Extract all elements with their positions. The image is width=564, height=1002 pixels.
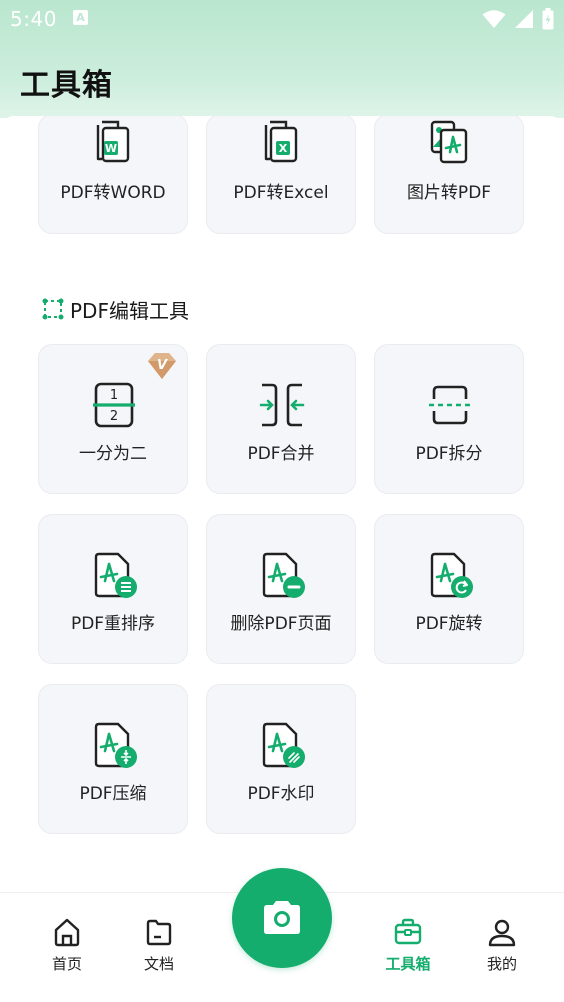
section-title-text: PDF编辑工具 — [70, 298, 189, 323]
page-title: 工具箱 — [20, 68, 113, 103]
tool-card-pdf-to-excel[interactable]: X PDF转Excel — [206, 116, 356, 234]
watermark-icon — [262, 722, 305, 768]
svg-text:W: W — [105, 142, 117, 155]
tool-label: PDF合并 — [247, 444, 315, 464]
profile-icon — [488, 919, 516, 947]
pdf-to-excel-icon: X — [264, 120, 298, 163]
split-icon — [429, 385, 471, 425]
svg-text:1: 1 — [110, 388, 118, 403]
rotate-icon — [430, 552, 473, 598]
tool-label: PDF拆分 — [415, 444, 483, 464]
tool-card-split[interactable]: PDF拆分 — [374, 344, 524, 494]
screen: 5:40 A 工具箱 W PDF转WORD X PDF转Excel 图片转PDF… — [0, 0, 564, 1002]
tool-label: 一分为二 — [79, 444, 147, 464]
compress-icon — [94, 722, 137, 768]
notification-icon: A — [73, 10, 88, 25]
nav-label: 文档 — [143, 955, 174, 973]
tool-card-split-in-two[interactable]: V 1 2 一分为二 — [38, 344, 188, 494]
tool-card-delete-page[interactable]: 删除PDF页面 — [206, 514, 356, 664]
tool-card-watermark[interactable]: PDF水印 — [206, 684, 356, 834]
section-marker-icon — [42, 298, 64, 320]
tool-card-merge[interactable]: PDF合并 — [206, 344, 356, 494]
signal-icon — [515, 10, 533, 28]
wifi-icon — [482, 10, 506, 28]
tool-label: PDF重排序 — [70, 614, 156, 634]
tool-label: 删除PDF页面 — [230, 614, 332, 634]
tool-card-rotate[interactable]: PDF旋转 — [374, 514, 524, 664]
svg-text:2: 2 — [110, 409, 118, 424]
nav-item-toolbox[interactable]: 工具箱 — [376, 917, 440, 977]
camera-icon — [264, 901, 300, 934]
nav-label: 首页 — [51, 955, 82, 973]
reorder-icon — [94, 552, 137, 598]
tools-content[interactable]: W PDF转WORD X PDF转Excel 图片转PDF PDF编辑工具 V … — [0, 116, 564, 892]
split-in-two-icon: 1 2 — [93, 382, 135, 428]
svg-text:V: V — [157, 358, 168, 373]
svg-text:X: X — [279, 142, 288, 155]
home-icon — [54, 918, 80, 947]
folder-icon — [146, 919, 172, 946]
tool-label: 图片转PDF — [406, 183, 492, 203]
pdf-to-word-icon: W — [96, 120, 130, 163]
nav-label: 工具箱 — [385, 955, 431, 973]
tool-card-image-to-pdf[interactable]: 图片转PDF — [374, 116, 524, 234]
nav-item-profile[interactable]: 我的 — [470, 917, 534, 977]
status-icons — [482, 8, 554, 30]
section-title-pdf-edit: PDF编辑工具 — [42, 296, 189, 323]
nav-label: 我的 — [486, 955, 517, 973]
tool-card-compress[interactable]: PDF压缩 — [38, 684, 188, 834]
tool-label: PDF压缩 — [79, 784, 147, 804]
camera-button[interactable] — [232, 868, 332, 968]
battery-icon — [542, 8, 554, 30]
image-to-pdf-icon — [430, 120, 468, 164]
toolbox-icon — [394, 918, 422, 945]
tool-card-pdf-to-word[interactable]: W PDF转WORD — [38, 116, 188, 234]
tool-card-reorder[interactable]: PDF重排序 — [38, 514, 188, 664]
merge-icon — [259, 383, 305, 427]
delete-page-icon — [262, 552, 305, 598]
tool-label: PDF旋转 — [415, 614, 483, 634]
tool-label: PDF水印 — [247, 784, 315, 804]
tool-label: PDF转Excel — [233, 183, 329, 203]
vip-badge-icon: V — [148, 353, 176, 379]
status-time: 5:40 — [10, 7, 57, 31]
nav-item-documents[interactable]: 文档 — [127, 917, 191, 977]
tool-label: PDF转WORD — [60, 183, 166, 203]
nav-item-home[interactable]: 首页 — [35, 917, 99, 977]
status-bar: 5:40 A — [0, 0, 564, 38]
